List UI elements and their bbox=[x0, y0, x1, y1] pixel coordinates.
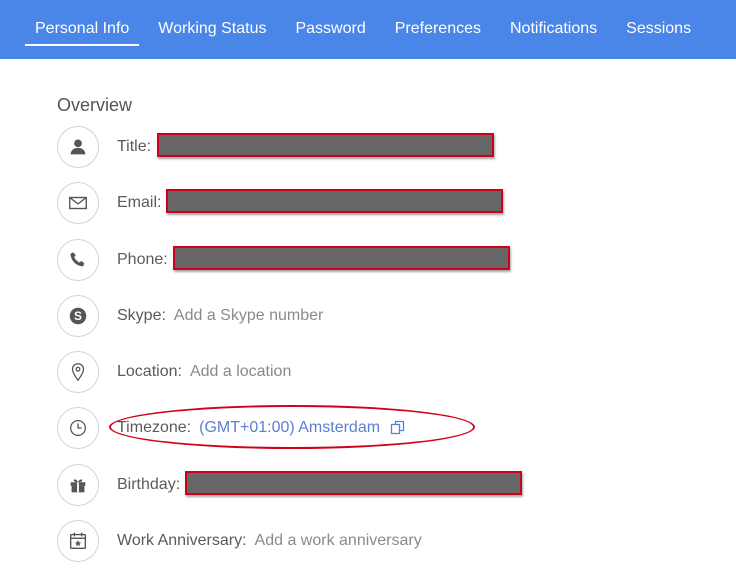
title-label: Title: bbox=[117, 138, 152, 155]
email-label: Email: bbox=[117, 194, 162, 211]
calendar-star-icon bbox=[57, 520, 99, 562]
birthday-label: Birthday: bbox=[117, 476, 181, 493]
work-anniversary-add-link[interactable]: Add a work anniversary bbox=[255, 532, 422, 550]
phone-icon bbox=[57, 239, 99, 281]
skype-row: S Skype: Add a Skype number bbox=[57, 294, 697, 338]
work-anniversary-label: Work Anniversary: bbox=[117, 532, 247, 549]
tab-preferences[interactable]: Preferences bbox=[385, 0, 491, 59]
skype-label: Skype: bbox=[117, 307, 166, 324]
tab-notifications[interactable]: Notifications bbox=[500, 0, 607, 59]
birthday-redacted-value[interactable] bbox=[185, 471, 522, 495]
phone-label: Phone: bbox=[117, 251, 168, 268]
phone-row: Phone: bbox=[57, 238, 697, 282]
location-row: Location: Add a location bbox=[57, 350, 697, 394]
email-row: Email: bbox=[57, 181, 697, 225]
tab-working-status[interactable]: Working Status bbox=[148, 0, 276, 59]
tab-password[interactable]: Password bbox=[285, 0, 375, 59]
skype-icon: S bbox=[57, 295, 99, 337]
settings-tab-bar: Personal Info Working Status Password Pr… bbox=[0, 0, 736, 59]
envelope-icon bbox=[57, 182, 99, 224]
person-icon bbox=[57, 126, 99, 168]
title-row: Title: bbox=[57, 125, 697, 169]
birthday-row: Birthday: bbox=[57, 463, 697, 507]
timezone-row: Timezone: (GMT+01:00) Amsterdam bbox=[57, 406, 697, 450]
phone-redacted-value[interactable] bbox=[173, 246, 510, 270]
overview-heading: Overview bbox=[57, 95, 133, 115]
gift-icon bbox=[57, 464, 99, 506]
location-label: Location: bbox=[117, 363, 182, 380]
email-redacted-value[interactable] bbox=[166, 189, 503, 213]
location-add-link[interactable]: Add a location bbox=[190, 363, 291, 381]
clock-icon bbox=[57, 407, 99, 449]
title-redacted-value[interactable] bbox=[157, 133, 494, 157]
timezone-label: Timezone: bbox=[117, 419, 192, 436]
tab-sessions[interactable]: Sessions bbox=[616, 0, 701, 59]
timezone-value-link[interactable]: (GMT+01:00) Amsterdam bbox=[199, 419, 380, 437]
tab-personal-info[interactable]: Personal Info bbox=[25, 0, 140, 59]
copy-icon[interactable] bbox=[390, 420, 406, 436]
work-anniversary-row: Work Anniversary: Add a work anniversary bbox=[57, 519, 697, 563]
skype-add-link[interactable]: Add a Skype number bbox=[174, 307, 323, 325]
svg-text:S: S bbox=[74, 309, 82, 323]
location-pin-icon bbox=[57, 351, 99, 393]
